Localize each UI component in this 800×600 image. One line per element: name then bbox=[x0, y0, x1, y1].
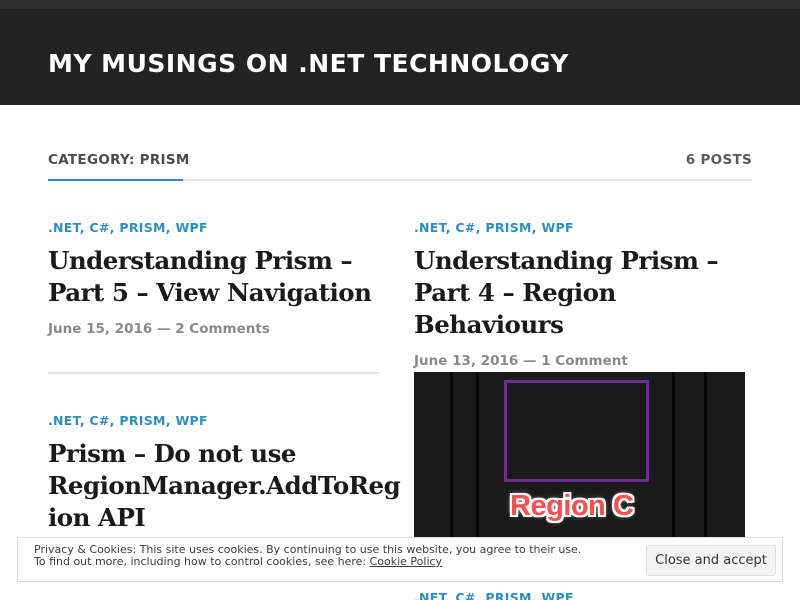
category-link[interactable]: C# bbox=[455, 590, 475, 600]
post-title-line[interactable]: RegionManager.AddToReg bbox=[48, 471, 401, 500]
post-title[interactable]: Prism – Do not use RegionManager.AddToRe… bbox=[48, 438, 401, 534]
post-date[interactable]: June 15, 2016 bbox=[48, 321, 152, 337]
post-card: .NET, C#, PRISM, WPF Understanding Prism… bbox=[414, 220, 745, 369]
post-meta: June 13, 2016 — 1 Comment bbox=[414, 353, 745, 369]
category-link[interactable]: PRISM bbox=[119, 220, 165, 235]
category-link[interactable]: WPF bbox=[541, 220, 573, 235]
close-and-accept-button[interactable]: Close and accept bbox=[646, 545, 776, 576]
cookie-text-line2: To find out more, including how to contr… bbox=[34, 555, 370, 568]
category-link[interactable]: PRISM bbox=[485, 590, 531, 600]
site-header: MY MUSINGS ON .NET TECHNOLOGY bbox=[0, 9, 800, 105]
post-card: .NET, C#, PRISM, WPF Prism – Do not use … bbox=[48, 413, 401, 534]
post-categories: .NET, C#, PRISM, WPF bbox=[414, 590, 574, 600]
category-link[interactable]: C# bbox=[89, 413, 109, 428]
post-title-line[interactable]: Part 5 – View Navigation bbox=[48, 278, 372, 307]
site-title[interactable]: MY MUSINGS ON .NET TECHNOLOGY bbox=[48, 49, 569, 78]
post-date[interactable]: June 13, 2016 bbox=[414, 353, 518, 369]
post-categories: .NET, C#, PRISM, WPF bbox=[48, 413, 208, 428]
category-link[interactable]: C# bbox=[89, 220, 109, 235]
category-link[interactable]: .NET bbox=[414, 590, 446, 600]
archive-title-underline bbox=[48, 179, 183, 181]
category-link[interactable]: .NET bbox=[48, 413, 80, 428]
post-card: .NET, C#, PRISM, WPF Understanding Prism… bbox=[48, 220, 379, 337]
post-categories: .NET, C#, PRISM, WPF bbox=[414, 220, 574, 235]
post-title-line[interactable]: Part 4 – Region Behaviours bbox=[414, 278, 616, 339]
post-count: 6 POSTS bbox=[685, 152, 752, 168]
category-link[interactable]: PRISM bbox=[485, 220, 531, 235]
category-link[interactable]: WPF bbox=[541, 590, 573, 600]
cookie-text: Privacy & Cookies: This site uses cookie… bbox=[34, 544, 581, 568]
post-comments-link[interactable]: 2 Comments bbox=[175, 321, 270, 337]
admin-strip bbox=[0, 0, 800, 9]
post-title-line[interactable]: Understanding Prism – bbox=[48, 246, 353, 275]
meta-separator: — bbox=[523, 353, 537, 369]
region-label: Region C bbox=[510, 490, 634, 522]
meta-separator: — bbox=[157, 321, 171, 337]
category-link[interactable]: PRISM bbox=[119, 413, 165, 428]
category-link[interactable]: .NET bbox=[48, 220, 80, 235]
post-divider bbox=[48, 372, 379, 374]
post-title[interactable]: Understanding Prism – Part 4 – Region Be… bbox=[414, 245, 745, 341]
post-title-line[interactable]: Prism – Do not use bbox=[48, 439, 296, 468]
post-categories: .NET, C#, PRISM, WPF bbox=[48, 220, 208, 235]
cookie-policy-link[interactable]: Cookie Policy bbox=[370, 555, 442, 568]
post-title-line[interactable]: Understanding Prism – bbox=[414, 246, 719, 275]
post-comments-link[interactable]: 1 Comment bbox=[541, 353, 628, 369]
category-link[interactable]: C# bbox=[455, 220, 475, 235]
category-link[interactable]: WPF bbox=[175, 413, 207, 428]
post-title-line[interactable]: ion API bbox=[48, 503, 146, 532]
category-link[interactable]: WPF bbox=[175, 220, 207, 235]
archive-title: CATEGORY: PRISM bbox=[48, 152, 190, 168]
archive-header: CATEGORY: PRISM 6 POSTS bbox=[48, 152, 752, 181]
region-placeholder-box bbox=[504, 380, 649, 482]
post-title[interactable]: Understanding Prism – Part 5 – View Navi… bbox=[48, 245, 379, 309]
post-meta: June 15, 2016 — 2 Comments bbox=[48, 321, 379, 337]
category-link[interactable]: .NET bbox=[414, 220, 446, 235]
cookie-banner: Privacy & Cookies: This site uses cookie… bbox=[17, 537, 783, 582]
